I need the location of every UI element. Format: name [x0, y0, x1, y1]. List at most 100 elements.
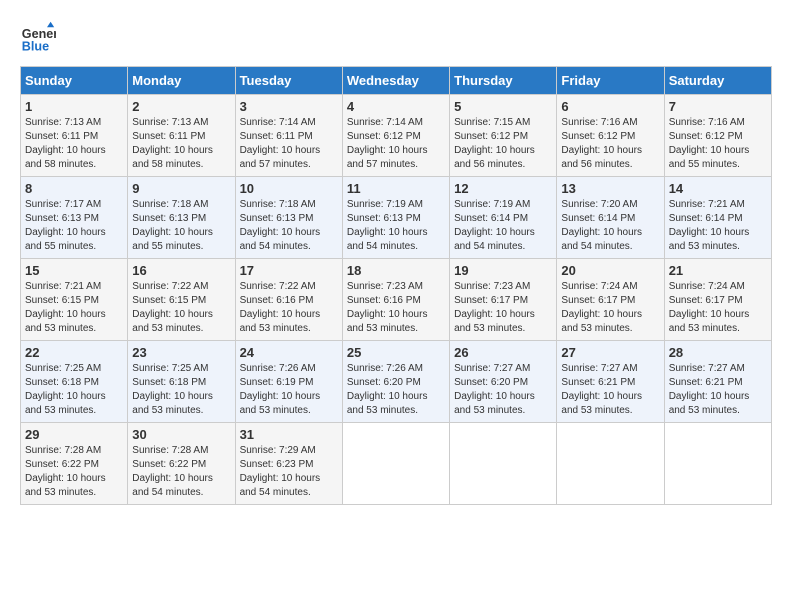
day-info: Sunrise: 7:24 AMSunset: 6:17 PMDaylight:… — [669, 280, 767, 336]
day-info: Sunrise: 7:28 AMSunset: 6:22 PMDaylight:… — [25, 444, 123, 500]
calendar-table: SundayMondayTuesdayWednesdayThursdayFrid… — [20, 66, 772, 505]
day-number: 28 — [669, 345, 767, 360]
calendar-cell: 1 Sunrise: 7:13 AMSunset: 6:11 PMDayligh… — [21, 95, 128, 177]
day-number: 29 — [25, 427, 123, 442]
weekday-header-friday: Friday — [557, 67, 664, 95]
day-number: 12 — [454, 181, 552, 196]
calendar-cell: 2 Sunrise: 7:13 AMSunset: 6:11 PMDayligh… — [128, 95, 235, 177]
calendar-cell: 12 Sunrise: 7:19 AMSunset: 6:14 PMDaylig… — [450, 177, 557, 259]
calendar-cell: 25 Sunrise: 7:26 AMSunset: 6:20 PMDaylig… — [342, 341, 449, 423]
day-info: Sunrise: 7:27 AMSunset: 6:21 PMDaylight:… — [669, 362, 767, 418]
day-number: 26 — [454, 345, 552, 360]
day-info: Sunrise: 7:23 AMSunset: 6:16 PMDaylight:… — [347, 280, 445, 336]
week-row-0: 1 Sunrise: 7:13 AMSunset: 6:11 PMDayligh… — [21, 95, 772, 177]
weekday-header-tuesday: Tuesday — [235, 67, 342, 95]
calendar-cell: 31 Sunrise: 7:29 AMSunset: 6:23 PMDaylig… — [235, 423, 342, 505]
day-number: 5 — [454, 99, 552, 114]
logo-icon: General Blue — [20, 20, 56, 56]
calendar-cell: 19 Sunrise: 7:23 AMSunset: 6:17 PMDaylig… — [450, 259, 557, 341]
calendar-cell: 29 Sunrise: 7:28 AMSunset: 6:22 PMDaylig… — [21, 423, 128, 505]
day-info: Sunrise: 7:28 AMSunset: 6:22 PMDaylight:… — [132, 444, 230, 500]
week-row-3: 22 Sunrise: 7:25 AMSunset: 6:18 PMDaylig… — [21, 341, 772, 423]
weekday-header-thursday: Thursday — [450, 67, 557, 95]
day-info: Sunrise: 7:13 AMSunset: 6:11 PMDaylight:… — [25, 116, 123, 172]
day-info: Sunrise: 7:15 AMSunset: 6:12 PMDaylight:… — [454, 116, 552, 172]
day-number: 13 — [561, 181, 659, 196]
week-row-1: 8 Sunrise: 7:17 AMSunset: 6:13 PMDayligh… — [21, 177, 772, 259]
calendar-cell: 27 Sunrise: 7:27 AMSunset: 6:21 PMDaylig… — [557, 341, 664, 423]
calendar-cell: 15 Sunrise: 7:21 AMSunset: 6:15 PMDaylig… — [21, 259, 128, 341]
day-info: Sunrise: 7:16 AMSunset: 6:12 PMDaylight:… — [561, 116, 659, 172]
day-info: Sunrise: 7:18 AMSunset: 6:13 PMDaylight:… — [240, 198, 338, 254]
weekday-header-saturday: Saturday — [664, 67, 771, 95]
day-number: 19 — [454, 263, 552, 278]
day-number: 9 — [132, 181, 230, 196]
day-number: 31 — [240, 427, 338, 442]
calendar-cell: 26 Sunrise: 7:27 AMSunset: 6:20 PMDaylig… — [450, 341, 557, 423]
day-info: Sunrise: 7:17 AMSunset: 6:13 PMDaylight:… — [25, 198, 123, 254]
day-info: Sunrise: 7:22 AMSunset: 6:16 PMDaylight:… — [240, 280, 338, 336]
day-info: Sunrise: 7:26 AMSunset: 6:19 PMDaylight:… — [240, 362, 338, 418]
day-number: 14 — [669, 181, 767, 196]
day-info: Sunrise: 7:26 AMSunset: 6:20 PMDaylight:… — [347, 362, 445, 418]
day-info: Sunrise: 7:18 AMSunset: 6:13 PMDaylight:… — [132, 198, 230, 254]
day-number: 25 — [347, 345, 445, 360]
calendar-cell: 10 Sunrise: 7:18 AMSunset: 6:13 PMDaylig… — [235, 177, 342, 259]
calendar-cell: 22 Sunrise: 7:25 AMSunset: 6:18 PMDaylig… — [21, 341, 128, 423]
calendar-cell: 28 Sunrise: 7:27 AMSunset: 6:21 PMDaylig… — [664, 341, 771, 423]
day-info: Sunrise: 7:25 AMSunset: 6:18 PMDaylight:… — [132, 362, 230, 418]
calendar-cell: 16 Sunrise: 7:22 AMSunset: 6:15 PMDaylig… — [128, 259, 235, 341]
weekday-header-wednesday: Wednesday — [342, 67, 449, 95]
day-info: Sunrise: 7:20 AMSunset: 6:14 PMDaylight:… — [561, 198, 659, 254]
calendar-cell: 17 Sunrise: 7:22 AMSunset: 6:16 PMDaylig… — [235, 259, 342, 341]
day-number: 7 — [669, 99, 767, 114]
calendar-cell: 30 Sunrise: 7:28 AMSunset: 6:22 PMDaylig… — [128, 423, 235, 505]
weekday-header-sunday: Sunday — [21, 67, 128, 95]
day-info: Sunrise: 7:19 AMSunset: 6:13 PMDaylight:… — [347, 198, 445, 254]
week-row-4: 29 Sunrise: 7:28 AMSunset: 6:22 PMDaylig… — [21, 423, 772, 505]
svg-text:Blue: Blue — [22, 40, 49, 54]
day-number: 24 — [240, 345, 338, 360]
day-info: Sunrise: 7:25 AMSunset: 6:18 PMDaylight:… — [25, 362, 123, 418]
calendar-cell: 20 Sunrise: 7:24 AMSunset: 6:17 PMDaylig… — [557, 259, 664, 341]
day-number: 17 — [240, 263, 338, 278]
day-info: Sunrise: 7:24 AMSunset: 6:17 PMDaylight:… — [561, 280, 659, 336]
calendar-cell: 18 Sunrise: 7:23 AMSunset: 6:16 PMDaylig… — [342, 259, 449, 341]
day-info: Sunrise: 7:14 AMSunset: 6:12 PMDaylight:… — [347, 116, 445, 172]
header: General Blue — [20, 20, 772, 56]
day-info: Sunrise: 7:27 AMSunset: 6:20 PMDaylight:… — [454, 362, 552, 418]
day-number: 6 — [561, 99, 659, 114]
calendar-cell: 3 Sunrise: 7:14 AMSunset: 6:11 PMDayligh… — [235, 95, 342, 177]
day-info: Sunrise: 7:21 AMSunset: 6:14 PMDaylight:… — [669, 198, 767, 254]
logo: General Blue — [20, 20, 58, 56]
day-info: Sunrise: 7:27 AMSunset: 6:21 PMDaylight:… — [561, 362, 659, 418]
day-info: Sunrise: 7:19 AMSunset: 6:14 PMDaylight:… — [454, 198, 552, 254]
weekday-header-monday: Monday — [128, 67, 235, 95]
calendar-cell: 4 Sunrise: 7:14 AMSunset: 6:12 PMDayligh… — [342, 95, 449, 177]
day-number: 23 — [132, 345, 230, 360]
calendar-cell: 9 Sunrise: 7:18 AMSunset: 6:13 PMDayligh… — [128, 177, 235, 259]
calendar-cell: 13 Sunrise: 7:20 AMSunset: 6:14 PMDaylig… — [557, 177, 664, 259]
day-number: 27 — [561, 345, 659, 360]
day-number: 30 — [132, 427, 230, 442]
day-info: Sunrise: 7:23 AMSunset: 6:17 PMDaylight:… — [454, 280, 552, 336]
weekday-header-row: SundayMondayTuesdayWednesdayThursdayFrid… — [21, 67, 772, 95]
day-number: 3 — [240, 99, 338, 114]
calendar-cell: 5 Sunrise: 7:15 AMSunset: 6:12 PMDayligh… — [450, 95, 557, 177]
calendar-cell: 14 Sunrise: 7:21 AMSunset: 6:14 PMDaylig… — [664, 177, 771, 259]
day-info: Sunrise: 7:21 AMSunset: 6:15 PMDaylight:… — [25, 280, 123, 336]
day-info: Sunrise: 7:13 AMSunset: 6:11 PMDaylight:… — [132, 116, 230, 172]
day-info: Sunrise: 7:22 AMSunset: 6:15 PMDaylight:… — [132, 280, 230, 336]
calendar-cell: 11 Sunrise: 7:19 AMSunset: 6:13 PMDaylig… — [342, 177, 449, 259]
day-info: Sunrise: 7:14 AMSunset: 6:11 PMDaylight:… — [240, 116, 338, 172]
calendar-cell — [450, 423, 557, 505]
day-number: 18 — [347, 263, 445, 278]
day-number: 2 — [132, 99, 230, 114]
day-number: 10 — [240, 181, 338, 196]
calendar-cell: 7 Sunrise: 7:16 AMSunset: 6:12 PMDayligh… — [664, 95, 771, 177]
day-number: 8 — [25, 181, 123, 196]
calendar-cell: 21 Sunrise: 7:24 AMSunset: 6:17 PMDaylig… — [664, 259, 771, 341]
calendar-cell — [664, 423, 771, 505]
calendar-cell: 6 Sunrise: 7:16 AMSunset: 6:12 PMDayligh… — [557, 95, 664, 177]
day-number: 21 — [669, 263, 767, 278]
